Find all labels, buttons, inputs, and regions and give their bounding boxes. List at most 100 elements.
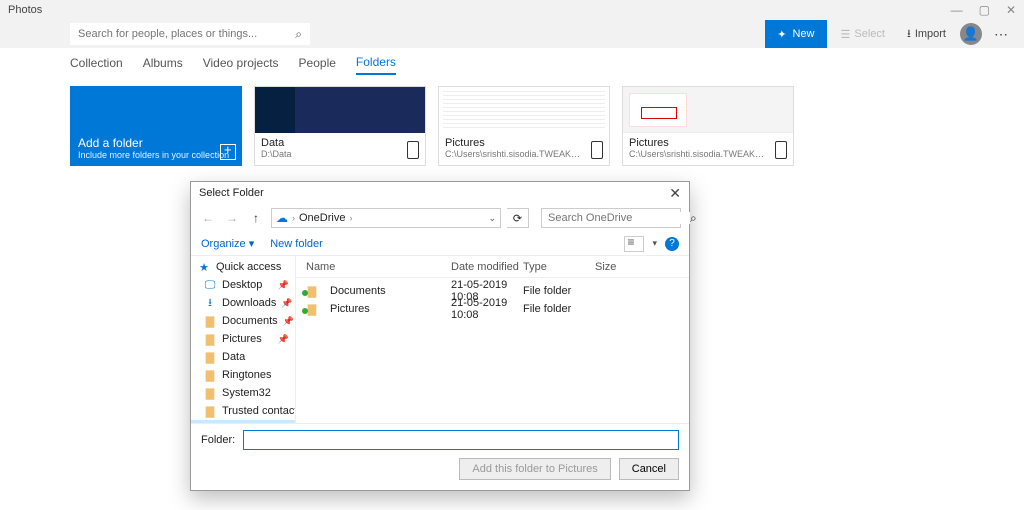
folder-input[interactable] bbox=[243, 430, 679, 450]
folder-tree: ★Quick access 🖵Desktop📌 ⭳Downloads📌 ▇Doc… bbox=[191, 256, 296, 423]
folder-cards: Add a folder Include more folders in you… bbox=[0, 78, 1024, 166]
folder-card-pictures-2[interactable]: Pictures C:\Users\srishti.sisodia.TWEAKO… bbox=[622, 86, 794, 166]
folder-icon: ▇ bbox=[203, 333, 217, 346]
tree-ringtones[interactable]: ▇Ringtones bbox=[191, 366, 295, 384]
close-window-button[interactable]: ✕ bbox=[1006, 3, 1016, 17]
chevron-right-icon: › bbox=[292, 213, 295, 223]
command-bar: ⌕ ✦ New ☰ Select ⭳ Import 👤 ⋯ bbox=[0, 20, 1024, 48]
search-input[interactable] bbox=[78, 28, 295, 40]
add-folder-button[interactable]: Add this folder to Pictures bbox=[459, 458, 610, 480]
tree-documents[interactable]: ▇Documents📌 bbox=[191, 312, 295, 330]
more-button[interactable]: ⋯ bbox=[988, 26, 1016, 43]
organize-button[interactable]: Organize ▾ bbox=[201, 237, 254, 250]
user-avatar[interactable]: 👤 bbox=[960, 23, 982, 45]
file-row[interactable]: ▇ Pictures 21-05-2019 10:08 File folder bbox=[296, 300, 689, 318]
download-icon: ⭳ bbox=[203, 294, 217, 313]
breadcrumb[interactable]: ☁ › OneDrive › ⌄ bbox=[271, 208, 501, 228]
person-icon: 👤 bbox=[963, 26, 979, 42]
nav-tabs: Collection Albums Video projects People … bbox=[0, 48, 1024, 78]
chevron-down-icon[interactable]: ▾ bbox=[652, 238, 657, 249]
folder-sync-icon: ▇ bbox=[304, 285, 320, 298]
file-name: Pictures bbox=[320, 303, 451, 315]
tree-downloads[interactable]: ⭳Downloads📌 bbox=[191, 294, 295, 312]
add-folder-card[interactable]: Add a folder Include more folders in you… bbox=[70, 86, 242, 166]
pin-icon: 📌 bbox=[281, 298, 292, 309]
tab-folders[interactable]: Folders bbox=[356, 51, 396, 75]
chevron-down-icon[interactable]: ⌄ bbox=[488, 213, 496, 224]
window-titlebar: Photos — ▢ ✕ bbox=[0, 0, 1024, 20]
device-icon bbox=[775, 141, 787, 159]
file-list: Name Date modified Type Size ▇ Documents… bbox=[296, 256, 689, 423]
folder-icon: ▇ bbox=[203, 387, 217, 400]
pin-icon: 📌 bbox=[278, 334, 289, 345]
minimize-button[interactable]: — bbox=[951, 3, 963, 17]
search-icon: ⌕ bbox=[295, 27, 302, 42]
help-button[interactable]: ? bbox=[665, 237, 679, 251]
tree-system32[interactable]: ▇System32 bbox=[191, 384, 295, 402]
tree-pictures[interactable]: ▇Pictures📌 bbox=[191, 330, 295, 348]
col-type[interactable]: Type bbox=[523, 261, 595, 273]
nav-up-button[interactable]: ↑ bbox=[247, 209, 265, 227]
dialog-toolbar: Organize ▾ New folder ▾ ? bbox=[191, 232, 689, 256]
tree-data[interactable]: ▇Data bbox=[191, 348, 295, 366]
new-folder-button[interactable]: New folder bbox=[270, 238, 323, 250]
tree-quick-access[interactable]: ★Quick access bbox=[191, 258, 295, 276]
folder-sync-icon: ▇ bbox=[304, 303, 320, 316]
folder-thumb bbox=[255, 87, 425, 133]
folder-thumb bbox=[623, 87, 793, 133]
app-title: Photos bbox=[8, 4, 42, 16]
tab-video-projects[interactable]: Video projects bbox=[203, 52, 279, 74]
refresh-button[interactable]: ⟳ bbox=[507, 208, 529, 228]
window-controls: — ▢ ✕ bbox=[951, 3, 1016, 17]
col-name[interactable]: Name bbox=[296, 261, 451, 273]
file-list-header: Name Date modified Type Size bbox=[296, 256, 689, 278]
dialog-title: Select Folder bbox=[199, 187, 264, 199]
search-box[interactable]: ⌕ bbox=[70, 23, 310, 45]
import-button[interactable]: ⭳ Import bbox=[899, 20, 954, 48]
folder-title: Data bbox=[261, 137, 419, 149]
select-button[interactable]: ☰ Select bbox=[833, 20, 893, 48]
nav-forward-button[interactable]: → bbox=[223, 209, 241, 227]
dialog-footer: Folder: Add this folder to Pictures Canc… bbox=[191, 423, 689, 490]
tree-trusted-contacts[interactable]: ▇Trusted contacts bbox=[191, 402, 295, 420]
folder-path: C:\Users\srishti.sisodia.TWEAKORG\Pictur… bbox=[445, 149, 585, 159]
select-folder-dialog: Select Folder ✕ ← → ↑ ☁ › OneDrive › ⌄ ⟳… bbox=[190, 181, 690, 491]
folder-title: Pictures bbox=[629, 137, 787, 149]
folder-title: Pictures bbox=[445, 137, 603, 149]
folder-icon: ▇ bbox=[203, 315, 217, 328]
device-icon bbox=[407, 141, 419, 159]
folder-label: Folder: bbox=[201, 434, 235, 446]
device-icon bbox=[591, 141, 603, 159]
folder-card-pictures-1[interactable]: Pictures C:\Users\srishti.sisodia.TWEAKO… bbox=[438, 86, 610, 166]
folder-thumb bbox=[439, 87, 609, 133]
tree-desktop[interactable]: 🖵Desktop📌 bbox=[191, 276, 295, 294]
add-folder-subtitle: Include more folders in your collection bbox=[78, 150, 234, 160]
pin-icon: 📌 bbox=[278, 280, 289, 291]
new-label: New bbox=[792, 28, 814, 40]
folder-icon: ▇ bbox=[203, 351, 217, 364]
dialog-search-input[interactable] bbox=[548, 212, 690, 224]
maximize-button[interactable]: ▢ bbox=[979, 3, 990, 17]
view-mode-button[interactable] bbox=[624, 236, 644, 252]
breadcrumb-root[interactable]: OneDrive bbox=[299, 212, 345, 224]
tab-collection[interactable]: Collection bbox=[70, 52, 123, 74]
star-icon: ★ bbox=[197, 261, 211, 274]
chevron-right-icon: › bbox=[349, 213, 352, 223]
tab-people[interactable]: People bbox=[299, 52, 336, 74]
folder-icon: ▇ bbox=[203, 369, 217, 382]
dialog-close-button[interactable]: ✕ bbox=[669, 185, 681, 202]
dialog-search-box[interactable]: ⌕ bbox=[541, 208, 681, 228]
folder-path: C:\Users\srishti.sisodia.TWEAKORG\OneD..… bbox=[629, 149, 769, 159]
new-icon: ✦ bbox=[777, 28, 786, 41]
import-label: Import bbox=[915, 28, 946, 40]
nav-back-button[interactable]: ← bbox=[199, 209, 217, 227]
col-size[interactable]: Size bbox=[595, 261, 647, 273]
new-button[interactable]: ✦ New bbox=[765, 20, 826, 48]
add-icon bbox=[220, 144, 236, 160]
col-date[interactable]: Date modified bbox=[451, 261, 523, 273]
tab-albums[interactable]: Albums bbox=[143, 52, 183, 74]
folder-card-data[interactable]: Data D:\Data bbox=[254, 86, 426, 166]
desktop-icon: 🖵 bbox=[203, 279, 217, 292]
add-folder-title: Add a folder bbox=[78, 136, 234, 150]
cancel-button[interactable]: Cancel bbox=[619, 458, 679, 480]
